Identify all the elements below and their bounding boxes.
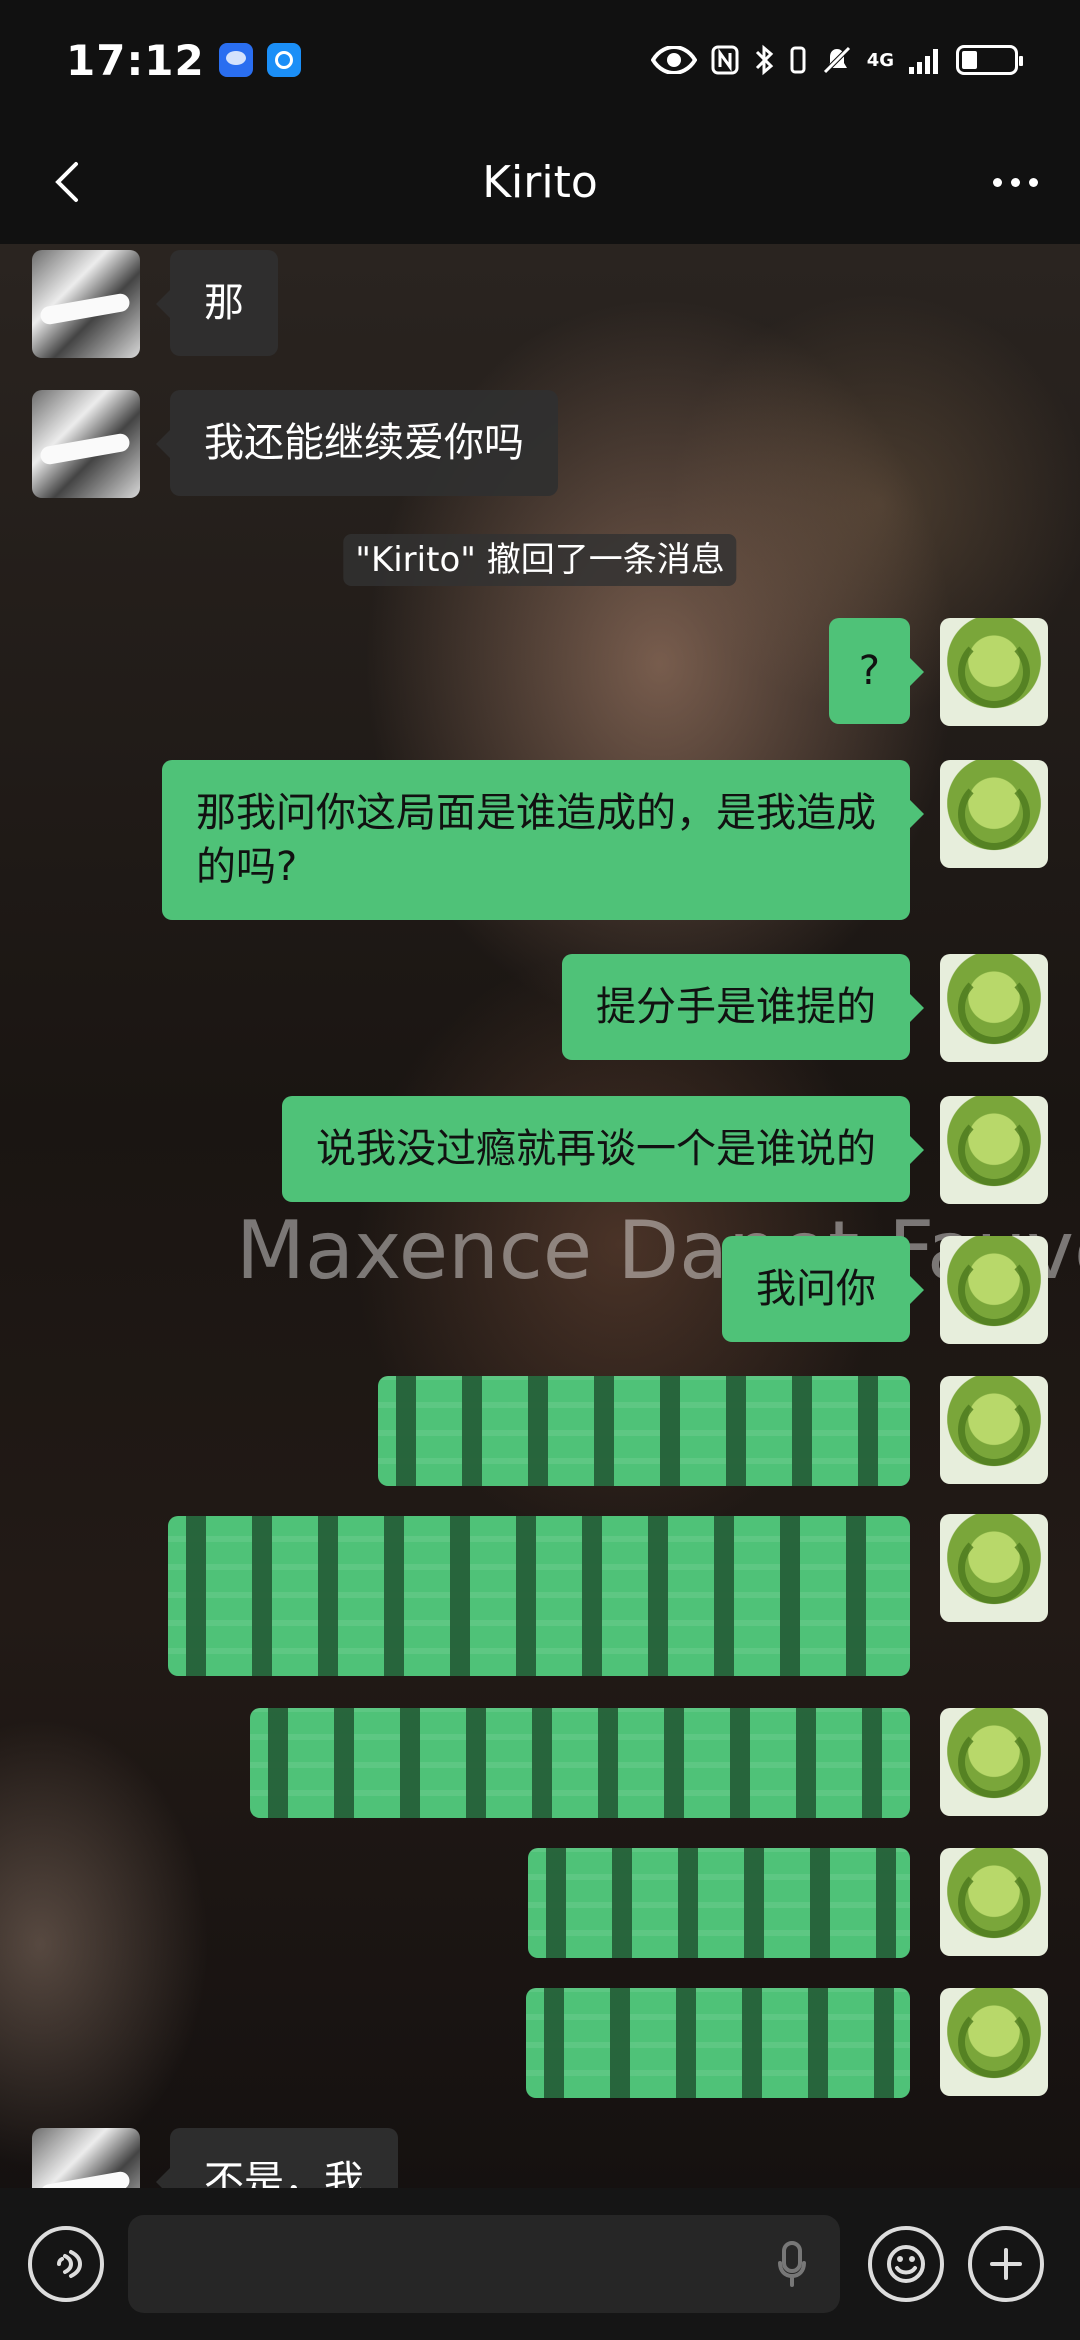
pixelated-message — [528, 1848, 910, 1958]
eye-icon — [650, 46, 697, 74]
more-icon — [1010, 177, 1020, 187]
voice-button[interactable] — [28, 2226, 104, 2302]
emoji-button[interactable] — [868, 2226, 944, 2302]
battery-icon — [956, 45, 1023, 75]
back-icon — [55, 162, 78, 202]
my-avatar[interactable] — [940, 1848, 1048, 1956]
pixelated-message — [250, 1708, 910, 1818]
pixelated-message — [168, 1516, 910, 1676]
their-avatar[interactable] — [32, 250, 140, 358]
status-left: 17:12 — [66, 36, 301, 85]
back-button[interactable] — [36, 152, 96, 212]
my-message-bubble[interactable]: ? — [828, 618, 925, 724]
nfc-icon — [711, 45, 739, 75]
mic-icon[interactable] — [768, 2237, 816, 2291]
chat-input-bar — [0, 2188, 1080, 2340]
time: 17:12 — [66, 35, 205, 85]
signal-icon — [908, 45, 942, 75]
my-message-bubble[interactable]: 那我问你这局面是谁造成的，是我造成的吗? — [162, 760, 924, 920]
network-label: 4G — [866, 49, 894, 71]
my-avatar[interactable] — [940, 760, 1048, 868]
my-avatar[interactable] — [940, 1988, 1048, 2096]
my-avatar[interactable] — [940, 954, 1048, 1062]
plus-icon — [990, 2248, 1022, 2280]
message-input[interactable] — [128, 2215, 840, 2313]
more-icon — [1028, 177, 1038, 187]
chat-title: Kirito — [482, 156, 598, 208]
my-message-bubble[interactable]: 我问你 — [722, 1236, 924, 1342]
more-icon — [992, 177, 1002, 187]
my-message-bubble[interactable]: 提分手是谁提的 — [562, 954, 924, 1060]
their-avatar[interactable] — [32, 2128, 140, 2188]
their-avatar[interactable] — [32, 390, 140, 498]
their-message-bubble[interactable]: 不是，我 — [156, 2128, 398, 2188]
chat-header: Kirito — [0, 120, 1080, 244]
cloud-app-icon — [218, 43, 253, 77]
my-avatar[interactable] — [940, 1376, 1048, 1484]
recall-notice: "Kirito" 撤回了一条消息 — [343, 534, 737, 586]
status-bar: 17:12 4G — [0, 0, 1080, 120]
their-message-bubble[interactable]: 我还能继续爱你吗 — [156, 390, 558, 496]
bluetooth-icon — [753, 44, 775, 76]
my-avatar[interactable] — [940, 1096, 1048, 1204]
voice-icon — [57, 2250, 83, 2278]
their-message-bubble[interactable]: 那 — [156, 250, 278, 356]
mute-icon — [821, 44, 853, 76]
more-button[interactable] — [980, 152, 1050, 212]
vibrate-icon — [789, 46, 807, 74]
my-avatar[interactable] — [940, 1708, 1048, 1816]
my-avatar[interactable] — [940, 1236, 1048, 1344]
globe-app-icon — [266, 43, 301, 77]
my-avatar[interactable] — [940, 618, 1048, 726]
status-right: 4G — [650, 44, 1023, 76]
my-avatar[interactable] — [940, 1514, 1048, 1622]
pixelated-message — [526, 1988, 910, 2098]
my-message-bubble[interactable]: 说我没过瘾就再谈一个是谁说的 — [282, 1096, 924, 1202]
emoji-icon — [887, 2245, 925, 2283]
pixelated-message — [378, 1376, 910, 1486]
chat-area[interactable]: Maxence Danet-Fauvel 那 我还能继续爱你吗 "Kirito"… — [0, 244, 1080, 2188]
plus-button[interactable] — [968, 2226, 1044, 2302]
